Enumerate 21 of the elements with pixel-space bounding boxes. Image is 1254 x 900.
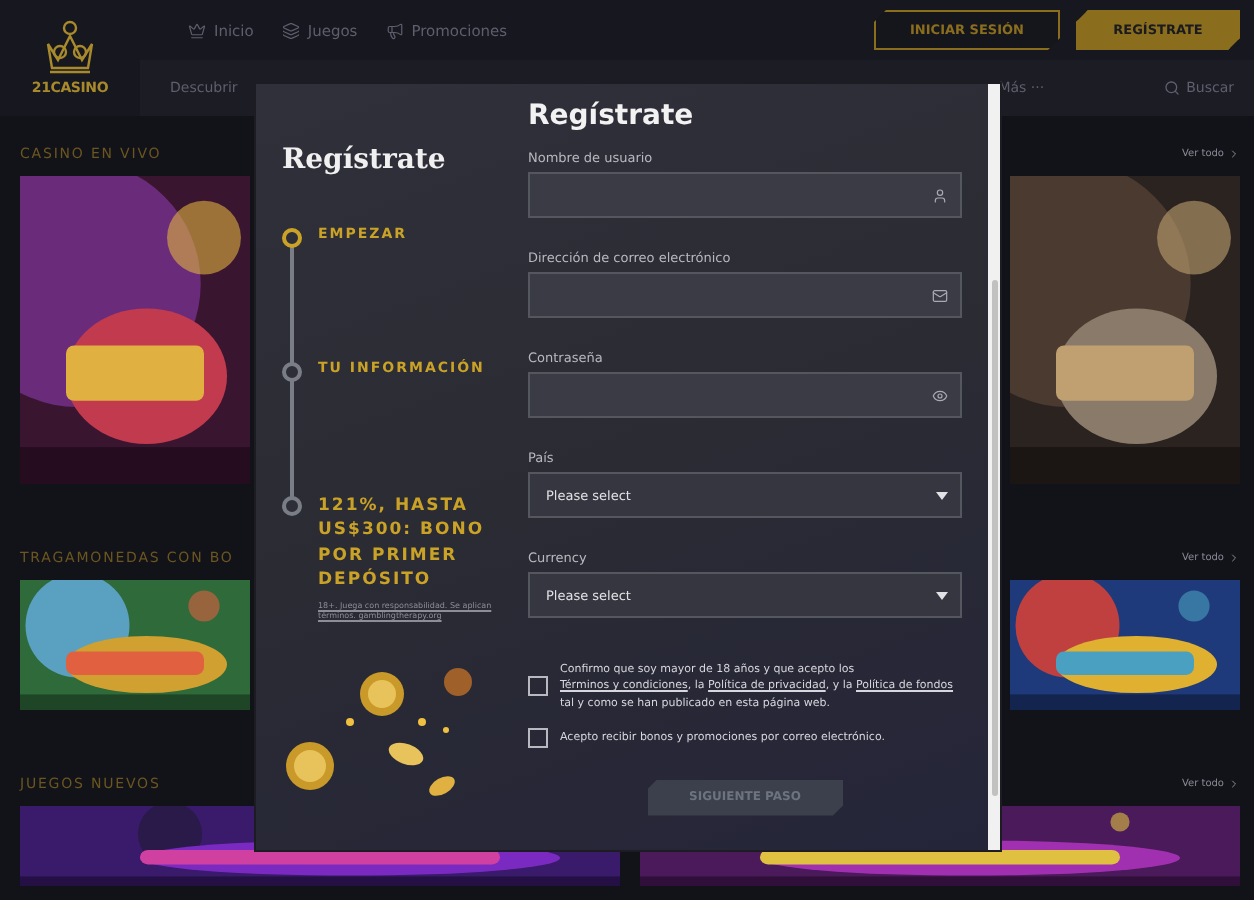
search-icon	[1164, 80, 1181, 96]
input-field[interactable]	[528, 172, 962, 218]
caret-icon	[936, 591, 948, 599]
checkbox[interactable]	[528, 676, 548, 697]
chevron-icon	[1228, 778, 1240, 790]
steps-title: Regístrate	[282, 144, 448, 176]
user-icon	[932, 187, 948, 203]
crown-icon	[188, 21, 206, 39]
chips-icon	[281, 21, 300, 39]
chevron-icon	[1228, 552, 1240, 564]
mail-icon	[932, 287, 948, 303]
scrollbar[interactable]	[988, 84, 1000, 850]
caret-icon	[936, 491, 948, 499]
dialog-title: Regístrate	[528, 100, 696, 132]
step-label: 121%, HASTA US$300: BONO POR PRIMER DEPÓSITO	[318, 494, 487, 593]
chevron-icon	[1228, 148, 1240, 160]
input-field[interactable]	[528, 372, 962, 418]
megaphone-icon	[385, 21, 404, 39]
eye-icon	[932, 387, 948, 403]
checkbox[interactable]	[528, 727, 548, 748]
input-field[interactable]	[528, 272, 962, 318]
